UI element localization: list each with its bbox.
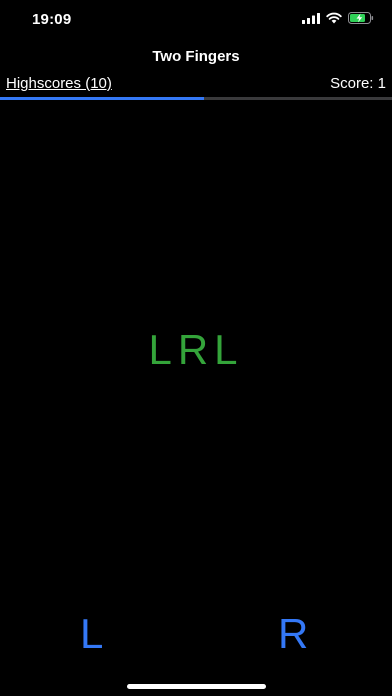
battery-charging-icon <box>348 12 374 24</box>
right-button[interactable]: R <box>278 610 308 658</box>
status-time: 19:09 <box>32 11 72 28</box>
progress-bar <box>0 97 392 100</box>
score-label: Score: 1 <box>330 75 386 92</box>
nav-title: Two Fingers <box>152 48 240 65</box>
wifi-icon <box>326 12 342 24</box>
cellular-signal-icon <box>302 12 320 24</box>
status-icons <box>302 12 374 24</box>
sequence-display: LRL <box>148 326 244 373</box>
progress-fill <box>0 97 204 100</box>
status-bar: 19:09 <box>0 0 392 44</box>
highscores-link[interactable]: Highscores (10) <box>6 75 112 92</box>
home-indicator[interactable] <box>127 684 266 689</box>
left-button[interactable]: L <box>80 610 103 658</box>
